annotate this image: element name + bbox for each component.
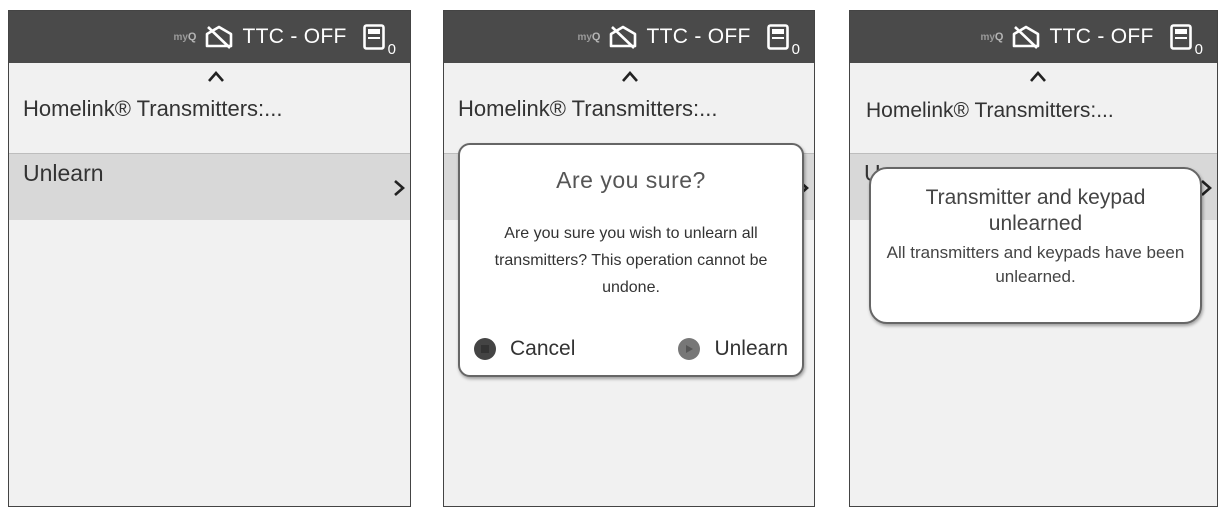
menu-item-label: Unlearn (23, 160, 104, 186)
keypad-indicator: 0 (766, 24, 800, 58)
keypad-icon (1169, 24, 1192, 50)
myq-logo: my Q (980, 31, 1004, 43)
garage-door-off-icon (608, 25, 638, 49)
play-icon (678, 338, 701, 360)
keypad-icon (362, 24, 385, 50)
chevron-right-icon (394, 180, 405, 196)
dialog-actions: Cancel Unlearn (474, 337, 788, 361)
screen-confirm: my Q TTC - OFF 0 Homelink® Transmitters:.… (443, 10, 815, 507)
garage-door-off-icon (1011, 25, 1041, 49)
menu-item-unlearn[interactable]: Unlearn (9, 153, 410, 220)
menu-title: Homelink® Transmitters:... (458, 96, 718, 121)
stop-icon (474, 338, 496, 360)
notice-dialog: Transmitter and keypad unlearned All tra… (869, 167, 1202, 324)
ttc-status: TTC - OFF (242, 25, 347, 48)
menu-title: Homelink® Transmitters:... (23, 96, 283, 121)
ttc-status: TTC - OFF (1049, 25, 1154, 48)
myq-logo: my Q (577, 31, 601, 43)
notice-message: All transmitters and keypads have been u… (886, 243, 1185, 286)
keypad-indicator: 0 (1169, 24, 1203, 58)
chevron-up-icon[interactable] (620, 69, 640, 83)
unlearn-button[interactable]: Unlearn (678, 337, 788, 361)
menu-title: Homelink® Transmitters:... (866, 99, 1114, 122)
dialog-message: Are you sure you wish to unlearn all tra… (494, 225, 768, 296)
notice-title: Transmitter and keypad unlearned (925, 186, 1146, 235)
garage-door-off-icon (204, 25, 234, 49)
status-bar: my Q TTC - OFF 0 (9, 11, 410, 63)
keypad-count: 0 (1194, 41, 1203, 58)
status-bar: my Q TTC - OFF 0 (850, 11, 1217, 63)
screen-result: my Q TTC - OFF 0 Homelink® Transmitters:.… (849, 10, 1218, 507)
cancel-button[interactable]: Cancel (474, 337, 575, 361)
cancel-label: Cancel (510, 337, 576, 360)
keypad-indicator: 0 (362, 24, 396, 58)
keypad-count: 0 (791, 41, 800, 58)
unlearn-label: Unlearn (714, 337, 788, 360)
chevron-up-icon[interactable] (1028, 69, 1048, 83)
screen-menu: my Q TTC - OFF 0 Homelink® Transmitters:.… (8, 10, 411, 507)
myq-logo: my Q (173, 31, 197, 43)
keypad-icon (766, 24, 789, 50)
ttc-status: TTC - OFF (646, 25, 751, 48)
keypad-count: 0 (387, 41, 396, 58)
dialog-title: Are you sure? (556, 167, 706, 193)
confirm-dialog: Are you sure? Are you sure you wish to u… (458, 143, 804, 377)
chevron-up-icon[interactable] (206, 69, 226, 83)
status-bar: my Q TTC - OFF 0 (444, 11, 814, 63)
